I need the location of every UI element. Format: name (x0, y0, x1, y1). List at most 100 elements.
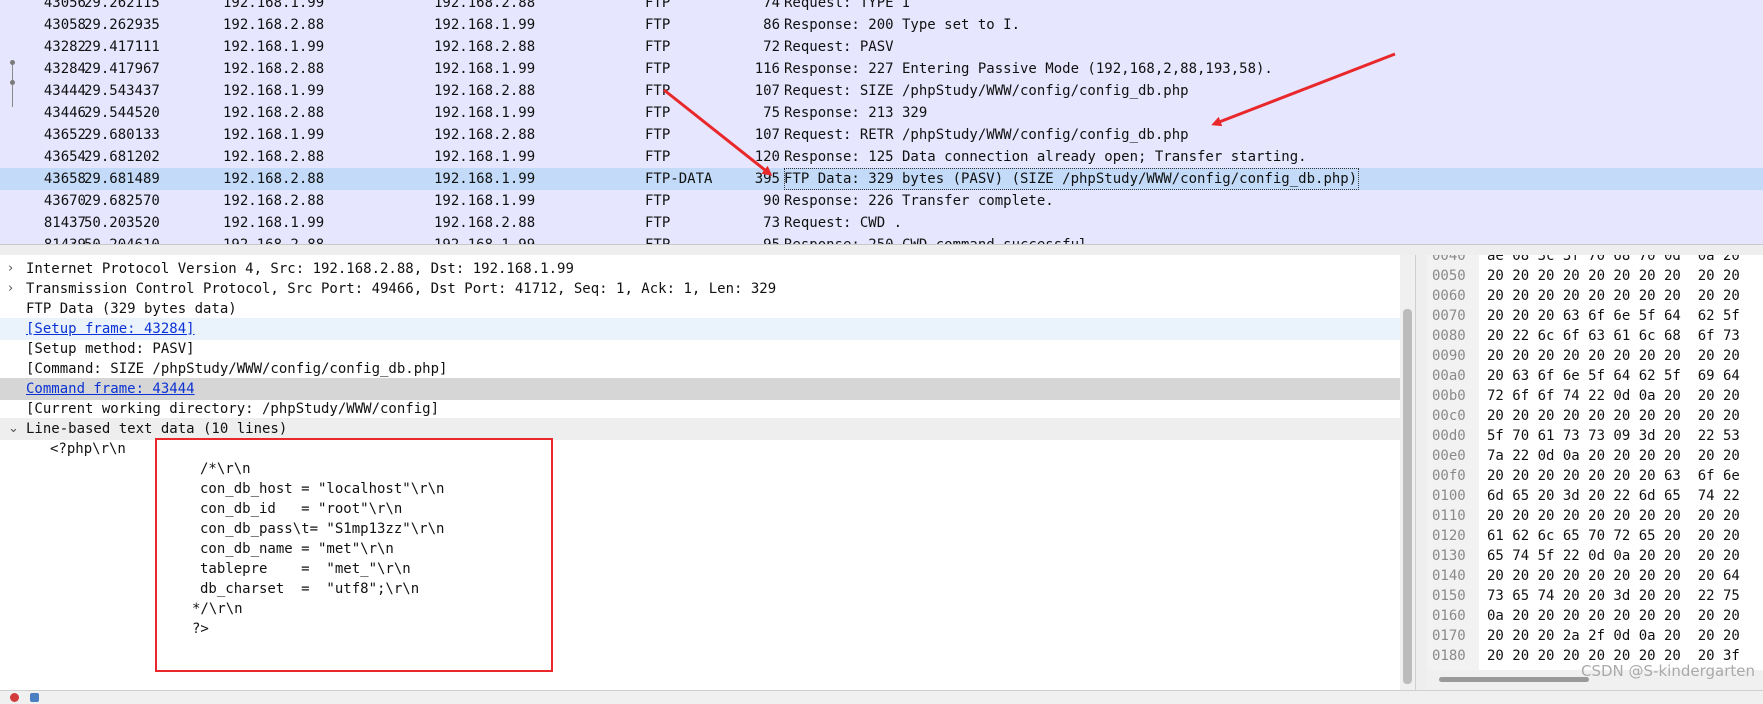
bytes-hex[interactable]: 61 62 6c 65 70 72 65 20 20 20 (1487, 525, 1740, 547)
packet-protocol: FTP (645, 39, 671, 55)
packet-protocol: FTP-DATA (645, 171, 713, 187)
bytes-hex[interactable]: 20 20 20 63 6f 6e 5f 64 62 5f (1487, 305, 1740, 327)
bytes-row[interactable]: 0080 20 22 6c 6f 63 61 6c 68 6f 73 (1427, 325, 1763, 347)
packet-row[interactable]: 43670 29.682570 192.168.2.88 192.168.1.99 FT… (0, 190, 1763, 212)
chevron-right-icon[interactable]: › (8, 258, 13, 280)
bytes-hex[interactable]: 0a 20 20 20 20 20 20 20 20 20 (1487, 605, 1740, 627)
packet-source: 192.168.1.99 (223, 83, 325, 99)
bytes-hex[interactable]: 20 20 20 20 20 20 20 20 20 64 (1487, 565, 1740, 587)
bytes-hex[interactable]: 20 20 20 20 20 20 20 20 20 20 (1487, 265, 1740, 287)
bytes-hex[interactable]: 20 20 20 20 20 20 20 20 20 20 (1487, 505, 1740, 527)
packet-list[interactable]: 43056 29.262115 192.168.1.99 192.168.2.88 FT… (0, 0, 1763, 244)
bytes-offset: 00c0 (1432, 408, 1466, 424)
bytes-hex[interactable]: 72 6f 6f 74 22 0d 0a 20 20 20 (1487, 385, 1740, 407)
packet-time: 50.203520 (84, 215, 160, 231)
bytes-row[interactable]: 00e0 7a 22 0d 0a 20 20 20 20 20 20 (1427, 445, 1763, 467)
packet-source: 192.168.1.99 (223, 215, 325, 231)
bytes-hex[interactable]: 73 65 74 20 20 3d 20 20 22 75 (1487, 585, 1740, 607)
packet-bytes[interactable]: 0040 ae 08 3c 3f 70 68 70 0d 0a 20 0050 20 … (1427, 255, 1763, 675)
bytes-row[interactable]: 0050 20 20 20 20 20 20 20 20 20 20 (1427, 265, 1763, 287)
bytes-row[interactable]: 00f0 20 20 20 20 20 20 20 63 6f 6e (1427, 465, 1763, 487)
packet-number: 43284 (43, 61, 86, 77)
chevron-down-icon[interactable]: ⌄ (8, 418, 19, 440)
bytes-hex[interactable]: 6d 65 20 3d 20 22 6d 65 74 22 (1487, 485, 1740, 507)
bytes-row[interactable]: 0140 20 20 20 20 20 20 20 20 20 64 (1427, 565, 1763, 587)
packet-length: 107 (754, 127, 780, 143)
bytes-row[interactable]: 0100 6d 65 20 3d 20 22 6d 65 74 22 (1427, 485, 1763, 507)
packet-number: 43658 (43, 171, 86, 187)
details-tree-node[interactable]: › Transmission Control Protocol, Src Port… (0, 278, 1400, 300)
frame-link[interactable]: [Setup frame: 43284] (26, 318, 195, 340)
details-text: [Command: SIZE /phpStudy/WWW/config/conf… (26, 361, 448, 377)
packet-source: 192.168.2.88 (223, 61, 325, 77)
details-field[interactable]: Command frame: 43444 (0, 378, 1400, 400)
bytes-row[interactable]: 00d0 5f 70 61 73 73 09 3d 20 22 53 (1427, 425, 1763, 447)
packet-row[interactable]: 43652 29.680133 192.168.1.99 192.168.2.88 FT… (0, 124, 1763, 146)
packet-number: 43652 (43, 127, 86, 143)
bytes-row[interactable]: 00b0 72 6f 6f 74 22 0d 0a 20 20 20 (1427, 385, 1763, 407)
bytes-row[interactable]: 0110 20 20 20 20 20 20 20 20 20 20 (1427, 505, 1763, 527)
bytes-hex[interactable]: 5f 70 61 73 73 09 3d 20 22 53 (1487, 425, 1740, 447)
packet-info: Response: 213 329 (784, 105, 928, 121)
bytes-row[interactable]: 0120 61 62 6c 65 70 72 65 20 20 20 (1427, 525, 1763, 547)
bytes-offset: 0080 (1432, 328, 1466, 344)
bytes-hex[interactable]: 7a 22 0d 0a 20 20 20 20 20 20 (1487, 445, 1740, 467)
frame-link[interactable]: Command frame: 43444 (26, 378, 195, 400)
packet-time: 29.417111 (84, 39, 160, 55)
packet-row[interactable]: 81437 50.203520 192.168.1.99 192.168.2.88 FT… (0, 212, 1763, 234)
packet-info: FTP Data: 329 bytes (PASV) (SIZE /phpStu… (784, 168, 1360, 190)
details-field[interactable]: [Current working directory: /phpStudy/WW… (0, 398, 1400, 420)
packet-length: 107 (754, 83, 780, 99)
details-field[interactable]: FTP Data (329 bytes data) (0, 298, 1400, 320)
bytes-offset: 0120 (1432, 528, 1466, 544)
bytes-row[interactable]: 0160 0a 20 20 20 20 20 20 20 20 20 (1427, 605, 1763, 627)
packet-row[interactable]: 43284 29.417967 192.168.2.88 192.168.1.99 FT… (0, 58, 1763, 80)
packet-length: 116 (754, 61, 780, 77)
packet-source: 192.168.1.99 (223, 127, 325, 143)
packet-row[interactable]: 43058 29.262935 192.168.2.88 192.168.1.99 FT… (0, 14, 1763, 36)
details-field[interactable]: [Setup method: PASV] (0, 338, 1400, 360)
packet-protocol: FTP (645, 0, 671, 11)
bytes-hex[interactable]: 20 63 6f 6e 5f 64 62 5f 69 64 (1487, 365, 1740, 387)
bytes-scrollbar-thumb[interactable] (1439, 677, 1589, 682)
packet-row-selected[interactable]: 43658 29.681489 192.168.2.88 192.168.1.99 FT… (0, 168, 1763, 190)
bytes-hex[interactable]: 20 20 20 20 20 20 20 20 20 20 (1487, 405, 1740, 427)
capture-file-icon[interactable] (30, 693, 39, 702)
bytes-row[interactable]: 0150 73 65 74 20 20 3d 20 20 22 75 (1427, 585, 1763, 607)
packet-row[interactable]: 43446 29.544520 192.168.2.88 192.168.1.99 FT… (0, 102, 1763, 124)
packet-row[interactable]: 43056 29.262115 192.168.1.99 192.168.2.88 FT… (0, 0, 1763, 14)
packet-length: 74 (763, 0, 780, 11)
packet-row[interactable]: 8143950.204610 192.168.2.88 192.168.1.99 FT… (0, 234, 1763, 244)
bytes-row[interactable]: 0070 20 20 20 63 6f 6e 5f 64 62 5f (1427, 305, 1763, 327)
bytes-hex[interactable]: 20 20 20 20 20 20 20 63 6f 6e (1487, 465, 1740, 487)
details-text: <?php\r\n (50, 441, 126, 457)
bytes-row[interactable]: 0170 20 20 20 2a 2f 0d 0a 20 20 20 (1427, 625, 1763, 647)
details-scrollbar-thumb[interactable] (1403, 309, 1412, 684)
bytes-hex[interactable]: 20 20 20 20 20 20 20 20 20 20 (1487, 285, 1740, 307)
bytes-row[interactable]: 0090 20 20 20 20 20 20 20 20 20 20 (1427, 345, 1763, 367)
status-bar (0, 690, 1763, 704)
packet-length: 90 (763, 193, 780, 209)
bytes-row[interactable]: 00c0 20 20 20 20 20 20 20 20 20 20 (1427, 405, 1763, 427)
packet-length: 120 (754, 149, 780, 165)
bytes-row[interactable]: 00a0 20 63 6f 6e 5f 64 62 5f 69 64 (1427, 365, 1763, 387)
details-scrollbar[interactable] (1400, 255, 1415, 690)
details-tree-node[interactable]: › Internet Protocol Version 4, Src: 192.1… (0, 258, 1400, 280)
packet-row[interactable]: 43444 29.543437 192.168.1.99 192.168.2.88 FT… (0, 80, 1763, 102)
packet-row[interactable]: 43654 29.681202 192.168.2.88 192.168.1.99 FT… (0, 146, 1763, 168)
packet-length: 72 (763, 39, 780, 55)
details-tree-node[interactable]: ⌄ Line-based text data (10 lines) (0, 418, 1400, 440)
bytes-hex[interactable]: 20 22 6c 6f 63 61 6c 68 6f 73 (1487, 325, 1740, 347)
packet-protocol: FTP (645, 149, 671, 165)
details-field[interactable]: [Command: SIZE /phpStudy/WWW/config/conf… (0, 358, 1400, 380)
bytes-hex[interactable]: 65 74 5f 22 0d 0a 20 20 20 20 (1487, 545, 1740, 567)
ready-icon[interactable] (10, 693, 19, 702)
bytes-row[interactable]: 0130 65 74 5f 22 0d 0a 20 20 20 20 (1427, 545, 1763, 567)
bytes-hex[interactable]: 20 20 20 20 20 20 20 20 20 20 (1487, 345, 1740, 367)
bytes-row[interactable]: 0060 20 20 20 20 20 20 20 20 20 20 (1427, 285, 1763, 307)
details-field[interactable]: [Setup frame: 43284] (0, 318, 1400, 340)
packet-row[interactable]: 43282 29.417111 192.168.1.99 192.168.2.88 FT… (0, 36, 1763, 58)
bytes-hex[interactable]: 20 20 20 2a 2f 0d 0a 20 20 20 (1487, 625, 1740, 647)
packet-protocol: FTP (645, 127, 671, 143)
chevron-right-icon[interactable]: › (8, 278, 13, 300)
